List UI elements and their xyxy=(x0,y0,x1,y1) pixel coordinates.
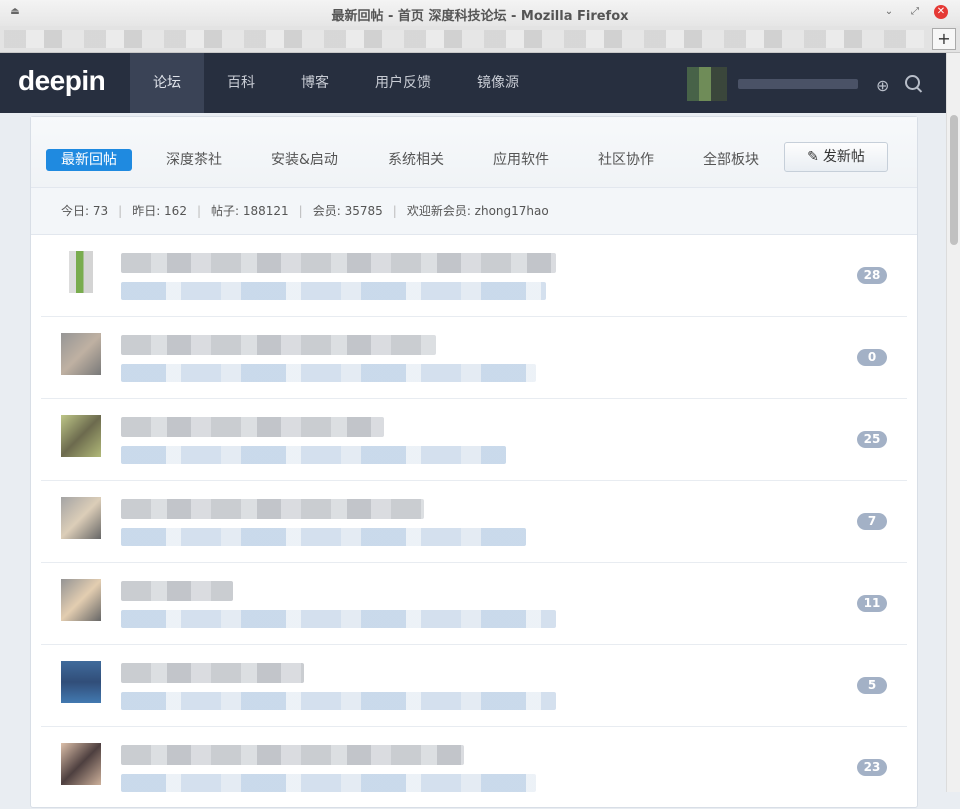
thread-avatar[interactable] xyxy=(69,251,93,293)
window-title: 最新回帖 - 首页 深度科技论坛 - Mozilla Firefox xyxy=(331,9,629,24)
stat-posts: 帖子: 188121 xyxy=(211,204,289,218)
thread-meta-blurred xyxy=(121,528,526,546)
thread-meta-blurred xyxy=(121,282,546,300)
thread-title-blurred[interactable] xyxy=(121,335,436,355)
nav-item-blog[interactable]: 博客 xyxy=(278,53,352,113)
tab-applications[interactable]: 应用软件 xyxy=(478,149,564,171)
thread-meta-blurred xyxy=(121,692,556,710)
tab-install-boot[interactable]: 安装&启动 xyxy=(256,149,353,171)
thread-avatar[interactable] xyxy=(61,497,101,539)
username-blurred[interactable] xyxy=(738,79,858,89)
new-post-label: 发新帖 xyxy=(822,149,865,165)
site-logo[interactable]: deepin xyxy=(18,65,106,97)
forum-tabs: 最新回帖 深度茶社 安装&启动 系统相关 应用软件 社区协作 全部板块 ✎ 发新帖 xyxy=(31,117,917,187)
user-avatar[interactable] xyxy=(687,67,727,101)
forum-card: 最新回帖 深度茶社 安装&启动 系统相关 应用软件 社区协作 全部板块 ✎ 发新帖… xyxy=(30,116,918,809)
new-tab-button[interactable]: + xyxy=(932,28,956,50)
close-icon[interactable]: ✕ xyxy=(934,5,948,19)
reply-count-badge: 0 xyxy=(857,349,887,366)
thread-row[interactable]: 7 xyxy=(41,481,907,563)
thread-avatar[interactable] xyxy=(61,579,101,621)
stat-separator: | xyxy=(196,204,201,218)
thread-list: 28 0 25 7 11 5 23 xyxy=(41,235,907,809)
thread-avatar[interactable] xyxy=(61,661,101,703)
reply-count-badge: 11 xyxy=(857,595,887,612)
reply-count-badge: 5 xyxy=(857,677,887,694)
page-scrollbar[interactable] xyxy=(946,53,960,792)
maximize-icon[interactable]: ⤢ xyxy=(908,5,922,19)
scrollbar-thumb[interactable] xyxy=(950,115,958,245)
tab-all-boards[interactable]: 全部板块 xyxy=(688,149,774,171)
blurred-tabs[interactable] xyxy=(4,30,924,48)
thread-row[interactable]: 11 xyxy=(41,563,907,645)
stat-newest-member[interactable]: 欢迎新会员: zhong17hao xyxy=(407,204,549,218)
reply-count-badge: 23 xyxy=(857,759,887,776)
thread-title-blurred[interactable] xyxy=(121,253,556,273)
thread-title-blurred[interactable] xyxy=(121,663,304,683)
stat-separator: | xyxy=(392,204,397,218)
minimize-icon[interactable]: ⌄ xyxy=(882,5,896,19)
stat-yesterday: 昨日: 162 xyxy=(132,204,187,218)
tab-tea-house[interactable]: 深度茶社 xyxy=(151,149,237,171)
reply-count-badge: 25 xyxy=(857,431,887,448)
nav-item-wiki[interactable]: 百科 xyxy=(204,53,278,113)
search-icon[interactable] xyxy=(905,75,920,90)
thread-meta-blurred xyxy=(121,610,556,628)
thread-meta-blurred xyxy=(121,774,536,792)
thread-row[interactable]: 0 xyxy=(41,317,907,399)
stat-separator: | xyxy=(118,204,123,218)
forum-stats: 今日: 73 | 昨日: 162 | 帖子: 188121 | 会员: 35785 | 欢迎新会… xyxy=(31,187,917,235)
thread-row[interactable]: 25 xyxy=(41,399,907,481)
thread-avatar[interactable] xyxy=(61,743,101,785)
site-navbar: deepin 论坛 百科 博客 用户反馈 镜像源 xyxy=(0,53,946,113)
thread-row[interactable]: 28 xyxy=(41,235,907,317)
reply-count-badge: 28 xyxy=(857,267,887,284)
tab-community[interactable]: 社区协作 xyxy=(583,149,669,171)
nav-item-mirrors[interactable]: 镜像源 xyxy=(454,53,542,113)
nav-item-forum[interactable]: 论坛 xyxy=(130,53,204,113)
tab-system[interactable]: 系统相关 xyxy=(373,149,459,171)
stat-separator: | xyxy=(298,204,303,218)
thread-avatar[interactable] xyxy=(61,415,101,457)
thread-title-blurred[interactable] xyxy=(121,581,233,601)
globe-icon[interactable]: ⊕ xyxy=(876,76,889,95)
pencil-icon: ✎ xyxy=(807,149,819,165)
thread-row[interactable]: 5 xyxy=(41,645,907,727)
window-titlebar: ⏏ 最新回帖 - 首页 深度科技论坛 - Mozilla Firefox ⌄ ⤢… xyxy=(0,0,960,26)
thread-title-blurred[interactable] xyxy=(121,745,464,765)
thread-avatar[interactable] xyxy=(61,333,101,375)
new-post-button[interactable]: ✎ 发新帖 xyxy=(784,142,888,172)
main-nav: 论坛 百科 博客 用户反馈 镜像源 xyxy=(130,53,542,113)
thread-title-blurred[interactable] xyxy=(121,417,384,437)
thread-meta-blurred xyxy=(121,364,536,382)
reply-count-badge: 7 xyxy=(857,513,887,530)
stat-today: 今日: 73 xyxy=(61,204,109,218)
thread-title-blurred[interactable] xyxy=(121,499,424,519)
thread-row[interactable]: 23 xyxy=(41,727,907,809)
nav-item-feedback[interactable]: 用户反馈 xyxy=(352,53,454,113)
thread-meta-blurred xyxy=(121,446,506,464)
tab-latest-replies[interactable]: 最新回帖 xyxy=(46,149,132,171)
browser-tab-strip: + xyxy=(0,26,960,53)
stat-members: 会员: 35785 xyxy=(312,204,383,218)
